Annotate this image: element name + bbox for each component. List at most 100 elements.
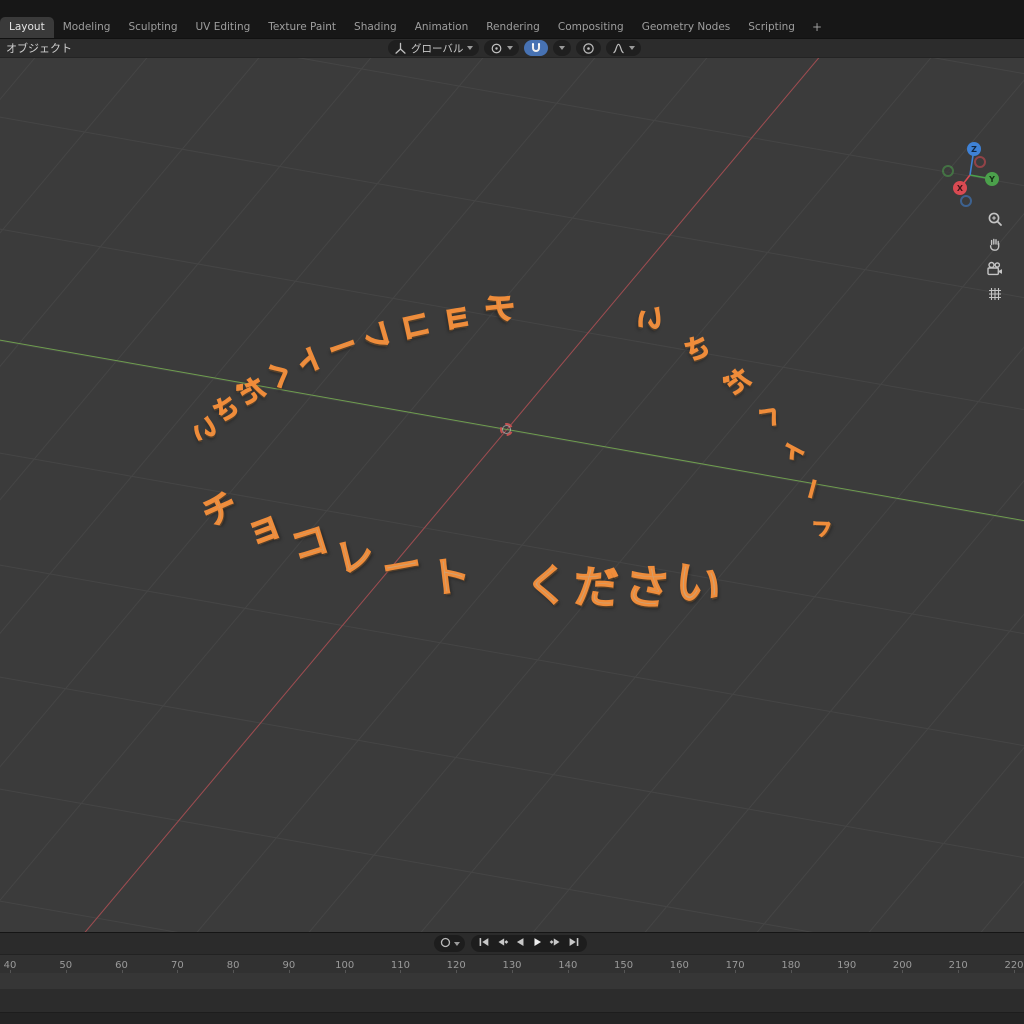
proportional-editing-icon — [582, 42, 595, 55]
pivot-point-dropdown[interactable] — [484, 40, 520, 56]
hand-button[interactable] — [984, 233, 1006, 255]
gizmo-axis-x-positive[interactable]: X — [953, 181, 967, 195]
workspace-tabs: Layout Modeling Sculpting UV Editing Texture… — [0, 0, 1024, 38]
proportional-falloff-dropdown[interactable] — [606, 40, 642, 56]
record-circle-icon — [439, 934, 452, 953]
view-navigation-gizmo[interactable]: X Y Z — [938, 142, 1004, 210]
tab-compositing[interactable]: Compositing — [549, 17, 633, 38]
tab-modeling[interactable]: Modeling — [54, 17, 120, 38]
text-object-char[interactable]: く — [524, 561, 568, 612]
tab-rendering[interactable]: Rendering — [477, 17, 549, 38]
text-object-char[interactable]: ー — [378, 542, 426, 595]
grid-line — [0, 445, 1024, 864]
snap-magnet-icon — [530, 42, 542, 54]
grid-toggle-button[interactable] — [984, 283, 1006, 305]
transform-orientation-icon — [394, 42, 407, 55]
transform-orientation-dropdown[interactable]: グローバル — [388, 40, 480, 56]
3d-viewport[interactable]: いさだくトーレコョチ いさだくトーレ チョコレートください XYZ — [0, 58, 1024, 932]
snap-settings-dropdown[interactable] — [553, 40, 572, 56]
camera-view-button[interactable] — [984, 258, 1006, 280]
text-object-char[interactable]: さ — [620, 558, 673, 617]
text-object-char[interactable]: だ — [233, 372, 272, 412]
gizmo-axis-z-negative[interactable] — [960, 195, 972, 207]
chevron-down-icon — [453, 941, 460, 946]
gizmo-axis-x-negative[interactable] — [974, 156, 986, 168]
tab-scripting[interactable]: Scripting — [739, 17, 804, 38]
play-reverse-icon — [513, 934, 527, 953]
frame-ruler[interactable]: 40 50 60 70 80 90 100 110 120 130 140 150 160 170 180 1… — [0, 954, 1024, 973]
zoom-icon — [986, 210, 1004, 228]
playback-controls — [433, 934, 587, 953]
text-object-char[interactable]: ョ — [240, 502, 289, 554]
text-object-char[interactable]: コ — [397, 304, 435, 346]
jump-to-end-icon — [567, 934, 581, 953]
text-object-char[interactable]: コ — [285, 516, 334, 569]
text-object-char[interactable]: チ — [482, 289, 518, 329]
text-object-char[interactable]: ト — [290, 339, 329, 381]
chevron-down-icon — [559, 46, 566, 50]
tab-animation[interactable]: Animation — [406, 17, 478, 38]
grid-line — [0, 781, 1024, 932]
jump-to-end-button[interactable] — [566, 936, 582, 951]
3d-cursor[interactable] — [500, 423, 513, 436]
text-object-char[interactable]: レ — [359, 314, 397, 356]
tab-shading[interactable]: Shading — [345, 17, 406, 38]
proportional-editing-toggle[interactable] — [576, 40, 602, 56]
add-workspace-button[interactable]: + — [804, 17, 830, 38]
tab-sculpting[interactable]: Sculpting — [119, 17, 186, 38]
text-object-char[interactable]: い — [669, 553, 726, 617]
jump-to-prev-keyframe-button[interactable] — [494, 936, 510, 951]
zoom-button[interactable] — [984, 208, 1006, 230]
text-object-char[interactable]: だ — [718, 362, 756, 401]
play-button[interactable] — [530, 936, 546, 951]
text-object-char[interactable]: レ — [809, 517, 835, 539]
grid-line — [0, 58, 750, 932]
text-object-char[interactable]: レ — [331, 530, 380, 583]
text-object-char[interactable]: い — [633, 302, 666, 338]
grid-line — [264, 58, 1024, 932]
tab-texture-paint[interactable]: Texture Paint — [259, 17, 345, 38]
grid-line — [0, 58, 974, 932]
snap-toggle-button[interactable] — [524, 40, 549, 56]
grid-line — [0, 58, 526, 932]
tab-uv-editing[interactable]: UV Editing — [187, 17, 260, 38]
play-reverse-button[interactable] — [512, 936, 528, 951]
autokey-toggle[interactable] — [433, 934, 465, 953]
text-object-char[interactable]: さ — [679, 330, 716, 369]
text-object-char[interactable]: ト — [426, 550, 473, 604]
grid-line — [0, 58, 302, 932]
text-object-char[interactable]: く — [751, 397, 789, 434]
timeline-tracks[interactable] — [0, 973, 1024, 1024]
grid-line — [0, 58, 190, 932]
pivot-point-icon — [490, 42, 503, 55]
chevron-down-icon — [467, 46, 474, 50]
grid-line — [0, 557, 1024, 932]
tab-layout[interactable]: Layout — [0, 17, 54, 38]
summary-track[interactable] — [0, 973, 1024, 989]
timeline-header — [0, 933, 1024, 954]
grid-line — [152, 58, 1024, 932]
text-object-char[interactable]: ー — [323, 326, 362, 368]
timeline-editor[interactable]: 40 50 60 70 80 90 100 110 120 130 140 150 160 170 180 1… — [0, 932, 1024, 1024]
grid-line — [0, 669, 1024, 932]
playback-button-group — [470, 935, 587, 952]
text-object-char[interactable]: ョ — [438, 296, 475, 337]
grid-toggle-icon — [986, 285, 1004, 303]
jump-to-prev-keyframe-icon — [495, 934, 509, 953]
gizmo-axis-z-positive[interactable]: Z — [967, 142, 981, 156]
viewport-header: オブジェクト グローバル — [0, 38, 1024, 58]
gizmo-axis-y-positive[interactable]: Y — [985, 172, 999, 186]
gizmo-axis-y-negative[interactable] — [942, 165, 954, 177]
text-object-char[interactable]: ー — [797, 475, 828, 503]
camera-view-icon — [986, 260, 1004, 278]
jump-to-start-icon — [477, 934, 491, 953]
jump-to-next-keyframe-button[interactable] — [548, 936, 564, 951]
object-mode-dropdown[interactable]: オブジェクト — [6, 40, 72, 56]
grid-line — [0, 58, 638, 932]
chevron-down-icon — [507, 46, 514, 50]
text-object-char[interactable]: ト — [778, 435, 813, 468]
proportional-falloff-icon — [612, 42, 625, 55]
jump-to-start-button[interactable] — [476, 936, 492, 951]
text-object-char[interactable]: だ — [572, 561, 620, 616]
tab-geometry-nodes[interactable]: Geometry Nodes — [633, 17, 740, 38]
